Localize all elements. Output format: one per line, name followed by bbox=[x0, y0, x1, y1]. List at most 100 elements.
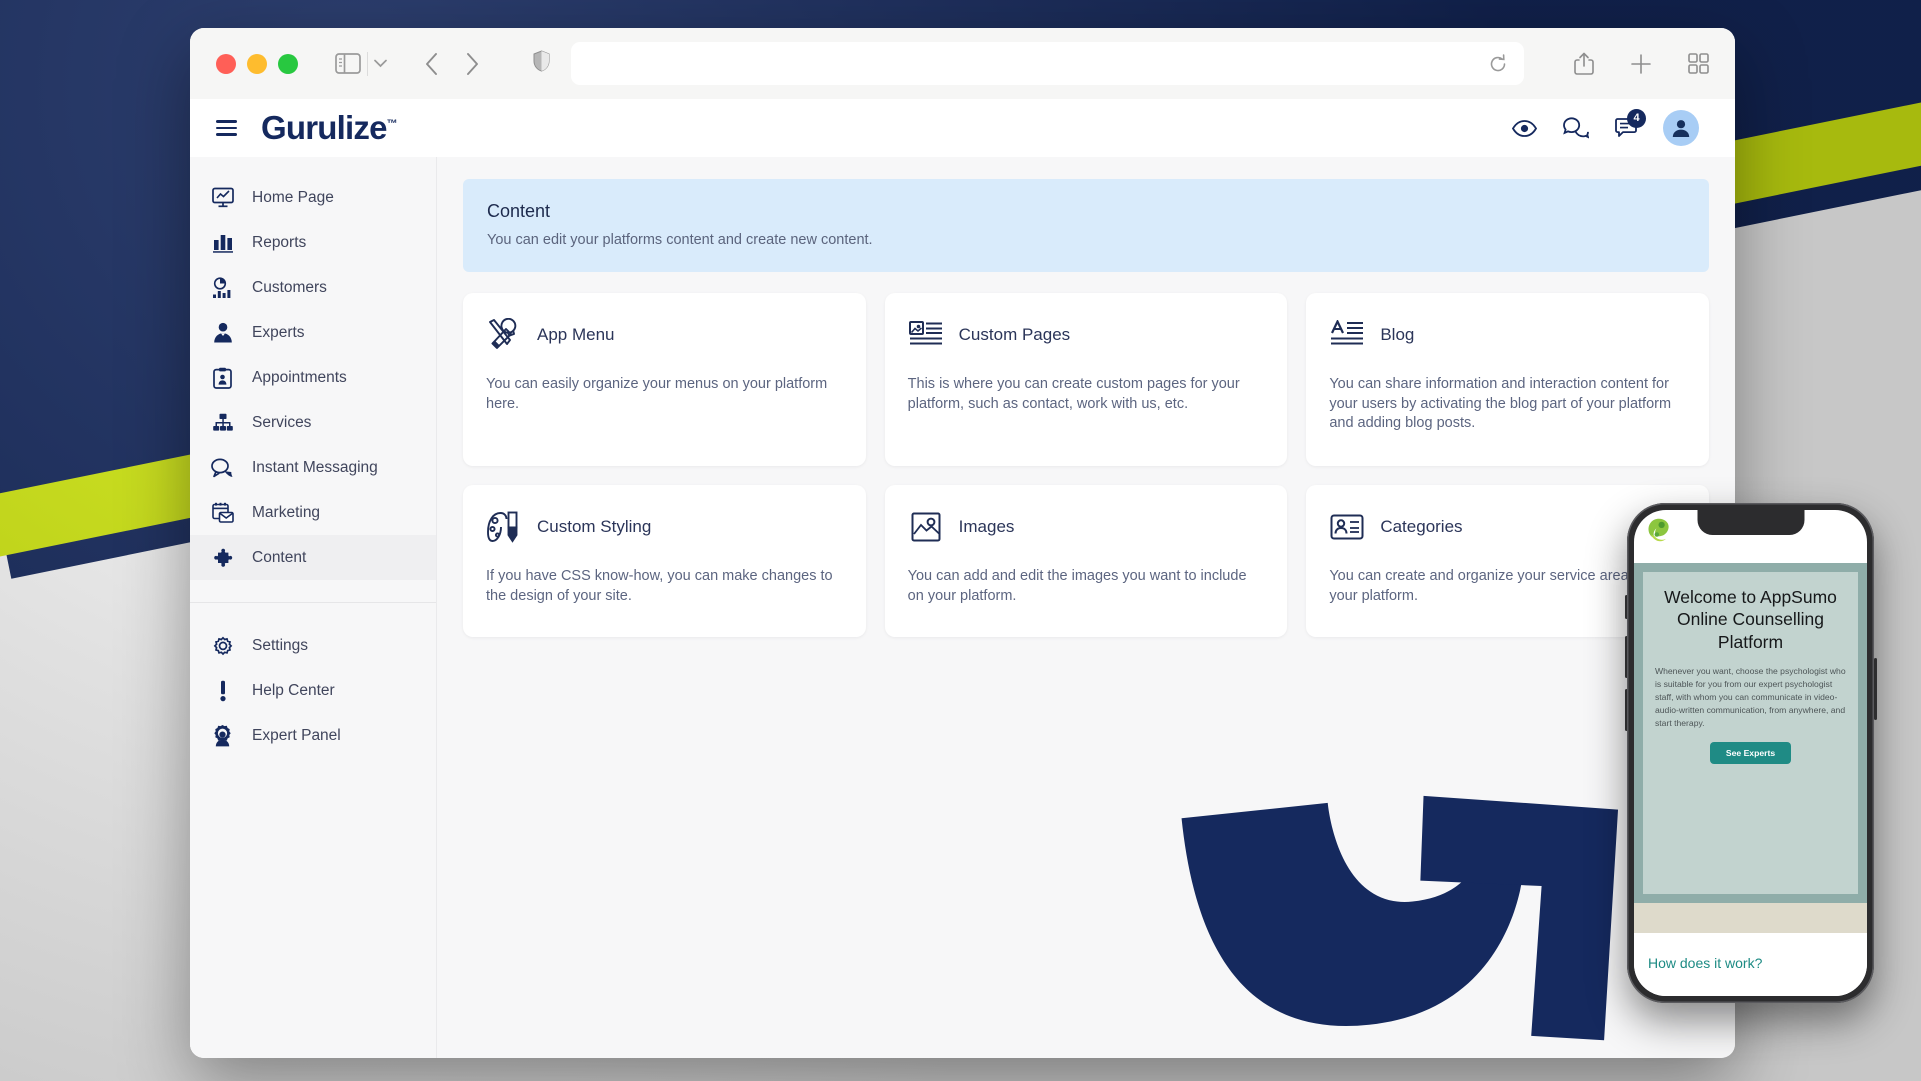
chat-bubbles-icon[interactable] bbox=[1563, 117, 1589, 139]
image-icon bbox=[908, 509, 944, 545]
card-title: Blog bbox=[1380, 325, 1414, 345]
browser-toolbar bbox=[190, 28, 1735, 99]
card-images[interactable]: Images You can add and edit the images y… bbox=[885, 485, 1288, 637]
sidebar-item-label: Experts bbox=[252, 324, 305, 342]
sidebar-item-label: Services bbox=[252, 414, 311, 432]
sidebar-item-label: Settings bbox=[252, 637, 308, 655]
page-title: Content bbox=[487, 201, 1685, 222]
sidebar-toggle-icon[interactable] bbox=[333, 51, 363, 77]
sidebar-item-marketing[interactable]: Marketing bbox=[190, 490, 436, 535]
phone-paragraph: Whenever you want, choose the psychologi… bbox=[1655, 665, 1846, 730]
sidebar-item-label: Content bbox=[252, 549, 306, 567]
sidebar-item-appointments[interactable]: Appointments bbox=[190, 355, 436, 400]
card-blog[interactable]: Blog You can share information and inter… bbox=[1306, 293, 1709, 466]
bar-chart-icon bbox=[211, 231, 234, 254]
chat-bubble-icon bbox=[211, 456, 234, 479]
monitor-chart-icon bbox=[211, 186, 234, 209]
browser-window: Gurulize™ bbox=[190, 28, 1735, 1058]
see-experts-button[interactable]: See Experts bbox=[1710, 742, 1791, 764]
sidebar-item-label: Expert Panel bbox=[252, 727, 341, 745]
pie-bar-chart-icon bbox=[211, 276, 234, 299]
mobile-preview-mockup: Welcome to AppSumo Online Counselling Pl… bbox=[1627, 503, 1874, 1003]
sidebar-item-label: Help Center bbox=[252, 682, 335, 700]
address-bar[interactable] bbox=[571, 42, 1524, 85]
card-description: This is where you can create custom page… bbox=[908, 375, 1265, 414]
phone-headline: Welcome to AppSumo Online Counselling Pl… bbox=[1655, 586, 1846, 653]
phone-screen: Welcome to AppSumo Online Counselling Pl… bbox=[1634, 510, 1867, 996]
sidebar-item-services[interactable]: Services bbox=[190, 400, 436, 445]
app-body: Home Page Reports bbox=[190, 157, 1735, 1058]
sidebar-item-label: Reports bbox=[252, 234, 306, 252]
tab-overview-icon[interactable] bbox=[1688, 53, 1709, 74]
card-description: You can share information and interactio… bbox=[1329, 375, 1686, 434]
calendar-mail-icon bbox=[211, 501, 234, 524]
sidebar-navigation: Home Page Reports bbox=[190, 157, 437, 1058]
user-avatar[interactable] bbox=[1663, 110, 1699, 146]
sidebar-item-experts[interactable]: Experts bbox=[190, 310, 436, 355]
main-content: Content You can edit your platforms cont… bbox=[437, 157, 1735, 1058]
sidebar-item-content[interactable]: Content bbox=[190, 535, 436, 580]
gear-icon bbox=[211, 634, 234, 657]
sidebar-item-expert-panel[interactable]: Expert Panel bbox=[190, 713, 436, 758]
card-header: Blog bbox=[1329, 317, 1686, 353]
sidebar-item-home-page[interactable]: Home Page bbox=[190, 175, 436, 220]
puzzle-piece-icon bbox=[211, 546, 234, 569]
palette-brush-icon bbox=[486, 509, 522, 545]
gurulize-app: Gurulize™ bbox=[190, 99, 1735, 1058]
sidebar-item-reports[interactable]: Reports bbox=[190, 220, 436, 265]
back-arrow-icon[interactable] bbox=[425, 53, 438, 75]
notifications-icon[interactable]: 4 bbox=[1615, 118, 1637, 139]
browser-toolbar-right bbox=[1574, 52, 1709, 76]
forward-arrow-icon[interactable] bbox=[466, 53, 479, 75]
card-custom-pages[interactable]: Custom Pages This is where you can creat… bbox=[885, 293, 1288, 466]
sidebar-item-instant-messaging[interactable]: Instant Messaging bbox=[190, 445, 436, 490]
chevron-down-icon[interactable] bbox=[367, 52, 393, 76]
brand-trademark: ™ bbox=[387, 118, 397, 130]
card-header: Custom Pages bbox=[908, 317, 1265, 353]
preview-eye-icon[interactable] bbox=[1512, 120, 1537, 137]
phone-section-title: How does it work? bbox=[1648, 955, 1853, 973]
sidebar-item-label: Appointments bbox=[252, 369, 347, 387]
plus-icon[interactable] bbox=[1630, 53, 1652, 75]
clipboard-person-icon bbox=[211, 366, 234, 389]
card-title: Categories bbox=[1380, 517, 1462, 537]
share-icon[interactable] bbox=[1574, 52, 1594, 76]
card-custom-styling[interactable]: Custom Styling If you have CSS know-how,… bbox=[463, 485, 866, 637]
card-description: You can add and edit the images you want… bbox=[908, 567, 1265, 606]
card-header: Images bbox=[908, 509, 1265, 545]
content-banner: Content You can edit your platforms cont… bbox=[463, 179, 1709, 272]
content-card-grid: App Menu You can easily organize your me… bbox=[463, 293, 1709, 637]
sidebar-item-customers[interactable]: Customers bbox=[190, 265, 436, 310]
card-app-menu[interactable]: App Menu You can easily organize your me… bbox=[463, 293, 866, 466]
sidebar-item-label: Home Page bbox=[252, 189, 334, 207]
gurulize-leaf-logo-icon bbox=[1645, 517, 1673, 545]
phone-frame: Welcome to AppSumo Online Counselling Pl… bbox=[1627, 503, 1874, 1003]
sidebar-item-help-center[interactable]: Help Center bbox=[190, 668, 436, 713]
gurulize-g-mark-watermark bbox=[1160, 770, 1660, 1058]
minimize-window-button[interactable] bbox=[247, 54, 267, 74]
sidebar-item-label: Marketing bbox=[252, 504, 320, 522]
org-chart-icon bbox=[211, 411, 234, 434]
browser-nav-arrows bbox=[425, 53, 479, 75]
brand-logo[interactable]: Gurulize™ bbox=[261, 109, 397, 147]
card-description: If you have CSS know-how, you can make c… bbox=[486, 567, 843, 606]
url-input[interactable] bbox=[587, 55, 1488, 72]
phone-divider-band bbox=[1634, 903, 1867, 933]
zoom-window-button[interactable] bbox=[278, 54, 298, 74]
card-title: Custom Styling bbox=[537, 517, 651, 537]
person-icon bbox=[211, 321, 234, 344]
page-subtitle: You can edit your platforms content and … bbox=[487, 232, 1685, 248]
app-header: Gurulize™ bbox=[190, 99, 1735, 157]
sidebar-item-settings[interactable]: Settings bbox=[190, 623, 436, 668]
close-window-button[interactable] bbox=[216, 54, 236, 74]
card-header: Custom Styling bbox=[486, 509, 843, 545]
hamburger-menu-icon[interactable] bbox=[212, 116, 241, 139]
brand-name: Gurulize bbox=[261, 109, 387, 146]
id-card-icon bbox=[1329, 509, 1365, 545]
app-header-actions: 4 bbox=[1512, 110, 1699, 146]
card-description: You can easily organize your menus on yo… bbox=[486, 375, 843, 414]
card-title: Images bbox=[959, 517, 1015, 537]
phone-hero-card: Welcome to AppSumo Online Counselling Pl… bbox=[1643, 572, 1858, 894]
notification-badge: 4 bbox=[1627, 109, 1646, 128]
reload-icon[interactable] bbox=[1488, 54, 1508, 74]
